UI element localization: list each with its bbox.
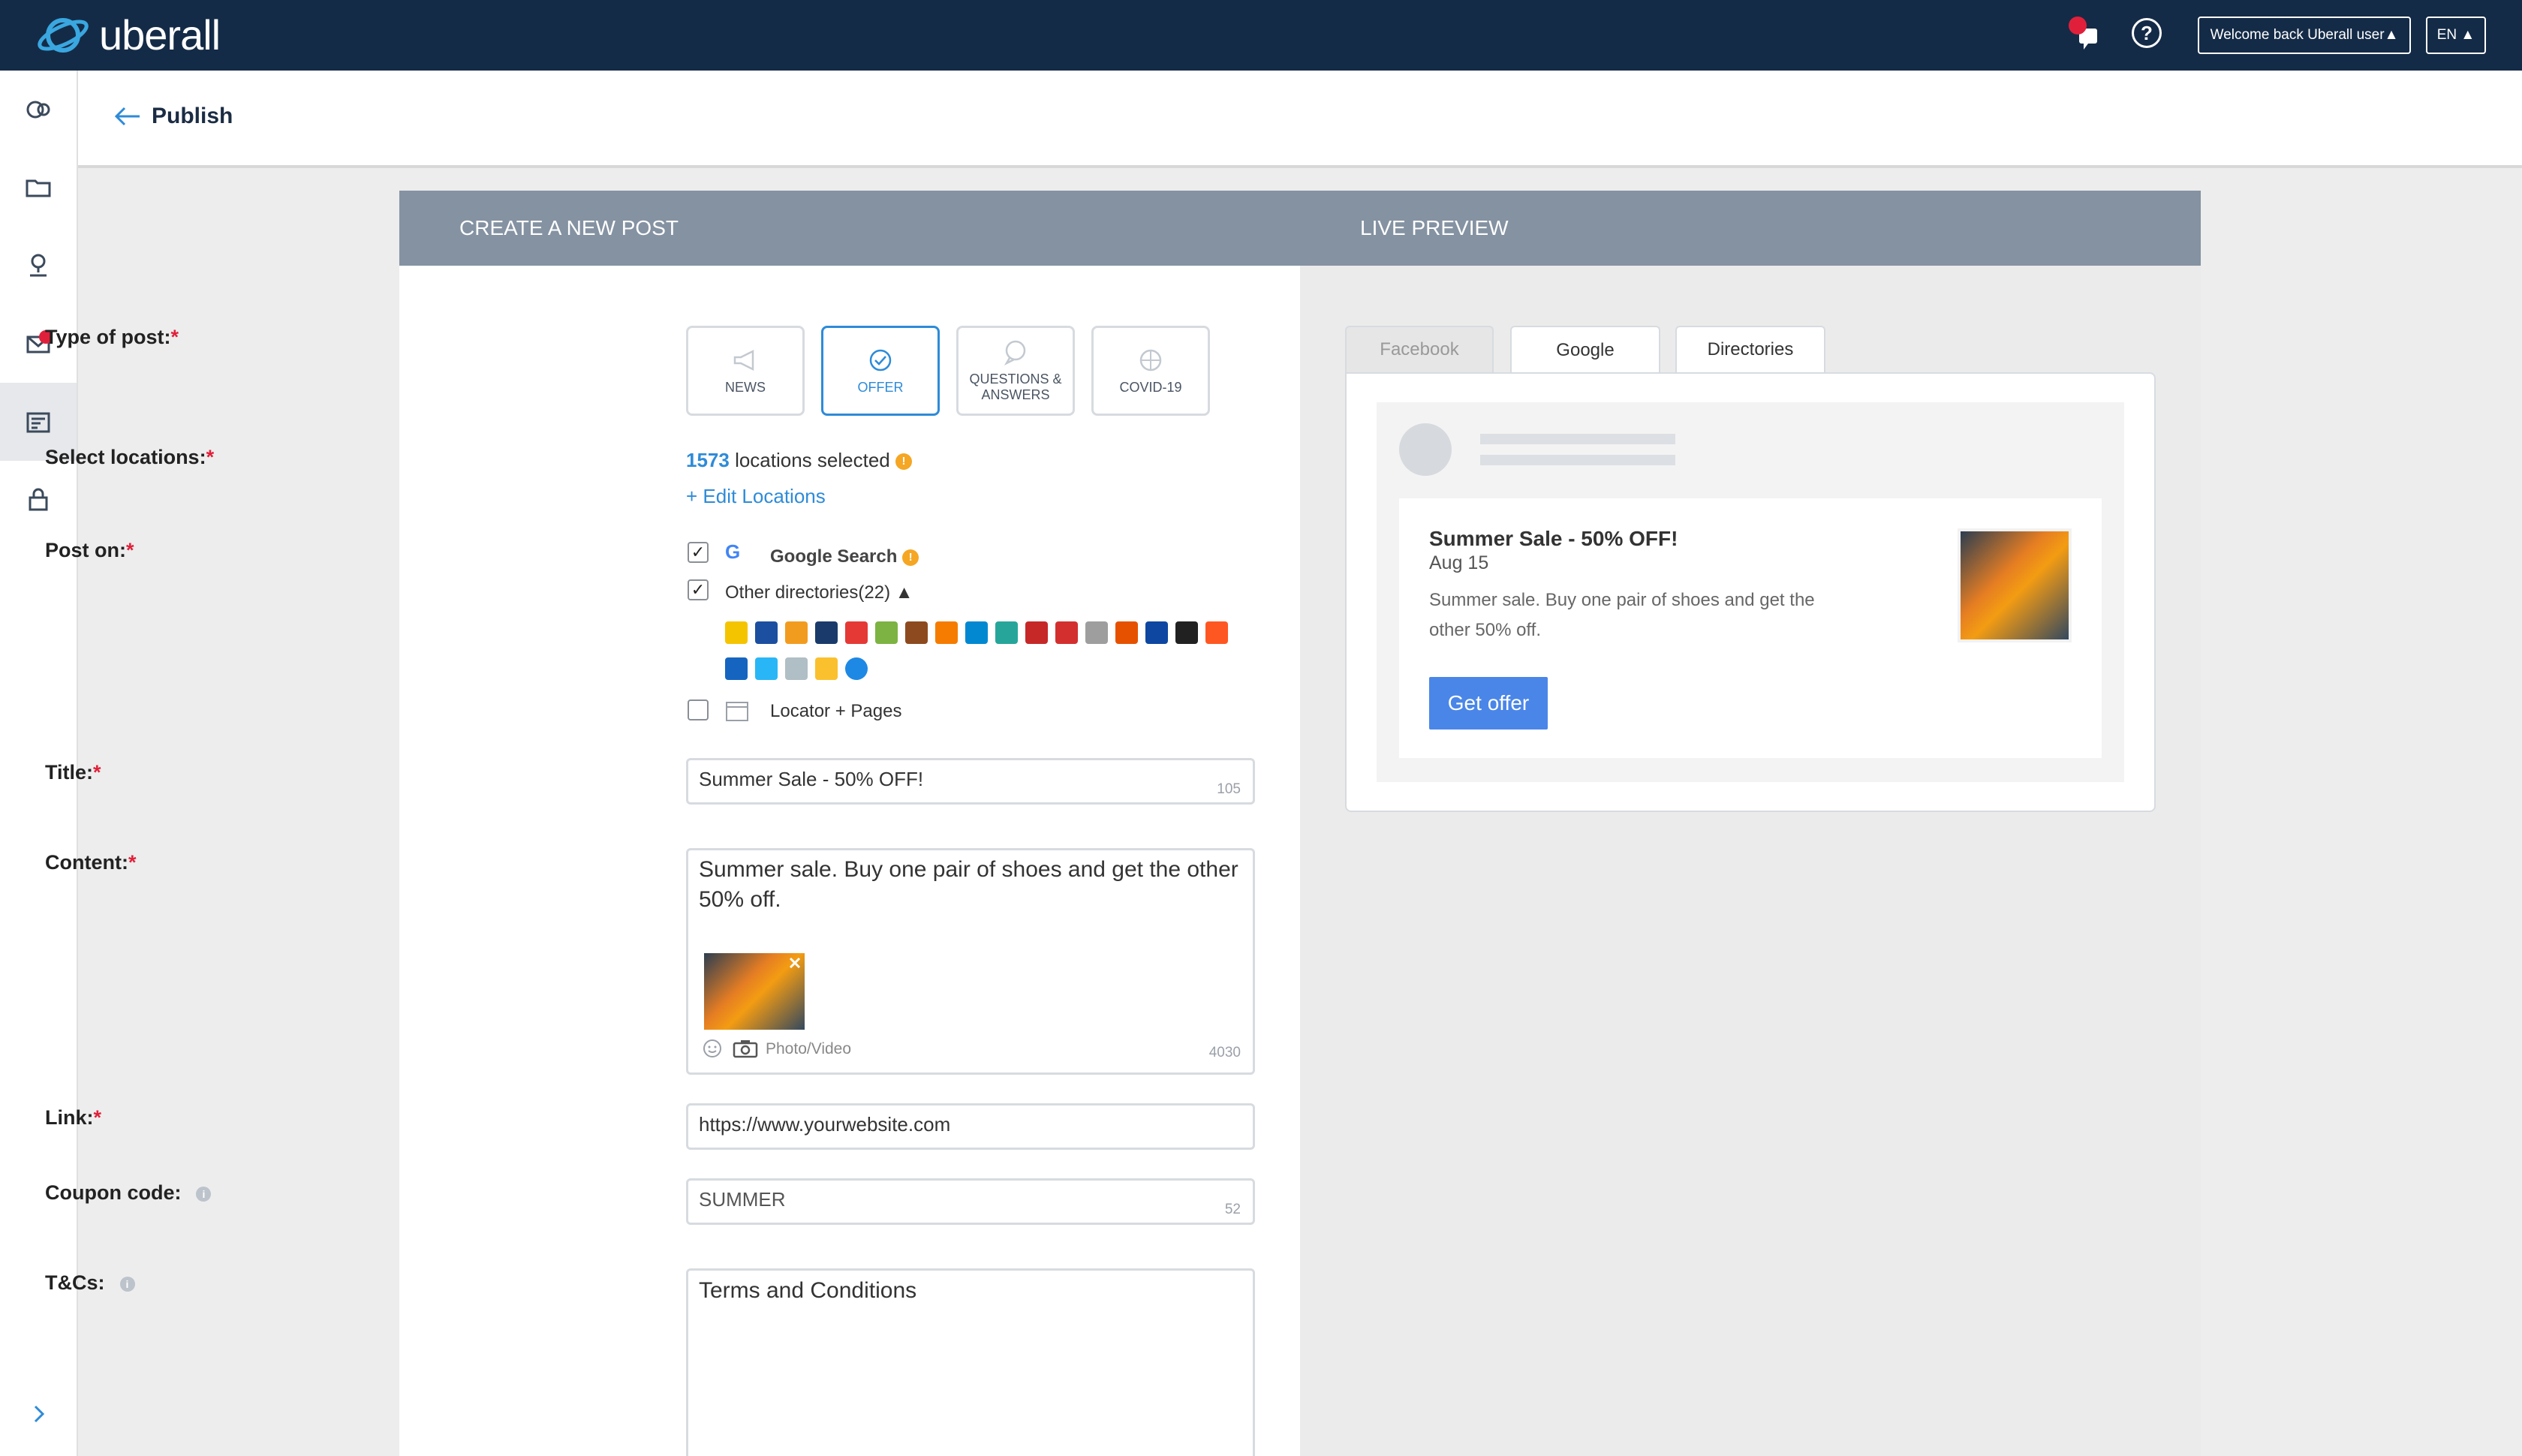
content-label: Content:* (45, 851, 137, 874)
tab-facebook[interactable]: Facebook (1345, 326, 1494, 372)
user-lock-icon (29, 488, 48, 511)
title-label: Title:* (45, 761, 101, 784)
create-post-heading: CREATE A NEW POST (459, 216, 679, 239)
sidebar-item-locations[interactable] (0, 227, 77, 305)
google-search-checkbox[interactable]: ✓ (688, 542, 709, 563)
directory-logo-icon (845, 621, 868, 644)
top-bar: uberall ? Welcome back Uberall user▲ EN … (0, 0, 2522, 71)
coupon-code-input[interactable]: SUMMER 52 (686, 1178, 1255, 1225)
directory-logo-icon (995, 621, 1018, 644)
directory-logo-icon (815, 657, 838, 680)
directory-logo-icon (935, 621, 958, 644)
brand-logo[interactable]: uberall (35, 11, 221, 60)
title-input[interactable]: Summer Sale - 50% OFF! 105 (686, 758, 1255, 805)
help-icon[interactable]: ? (2132, 18, 2162, 48)
page-header: Publish (78, 71, 2522, 168)
text-placeholder (1480, 434, 1675, 444)
folder-icon (26, 179, 51, 197)
locator-pages-checkbox[interactable] (688, 699, 709, 720)
directory-logo-icon (785, 657, 808, 680)
directory-logo-icon (1115, 621, 1138, 644)
info-icon[interactable]: i (196, 1186, 212, 1202)
text-placeholder (1480, 455, 1675, 465)
directory-logo-icon (785, 621, 808, 644)
directory-logo-icon (725, 621, 748, 644)
tab-google[interactable]: Google (1510, 326, 1660, 374)
planet-logo-icon (38, 18, 89, 53)
page-title: Publish (152, 104, 233, 128)
directory-logo-icon (1145, 621, 1168, 644)
directory-logo-icon (1025, 621, 1048, 644)
browser-icon (726, 702, 748, 721)
sidebar-item-folders[interactable] (0, 149, 77, 227)
directory-logo-icon (725, 657, 748, 680)
content-char-counter: 4030 (1208, 1045, 1241, 1060)
directory-logo-icon (905, 621, 928, 644)
photo-video-label[interactable]: Photo/Video (766, 1040, 851, 1058)
user-menu-button[interactable]: Welcome back Uberall user▲ (2198, 17, 2411, 54)
chevron-right-icon[interactable] (26, 1400, 53, 1427)
tcs-label: T&Cs: i (45, 1271, 135, 1295)
card-header: CREATE A NEW POST LIVE PREVIEW (399, 191, 2201, 266)
warning-icon: ! (895, 453, 912, 471)
other-directories-checkbox[interactable]: ✓ (688, 579, 709, 600)
megaphone-icon (733, 349, 754, 371)
directory-logo-icon (845, 657, 868, 680)
google-icon: G (725, 540, 741, 563)
post-type-questions-answers[interactable]: QUESTIONS & ANSWERS (956, 326, 1075, 416)
offer-preview-text: Summer sale. Buy one pair of shoes and g… (1429, 590, 1815, 640)
directory-logo-icon (1175, 621, 1198, 644)
brand-name: uberall (99, 11, 221, 59)
link-label: Link:* (45, 1106, 102, 1129)
get-offer-button[interactable]: Get offer (1429, 677, 1548, 730)
directory-logo-icon (1205, 621, 1228, 644)
directory-logo-icon (1055, 621, 1078, 644)
tab-directories[interactable]: Directories (1675, 326, 1825, 372)
coupon-char-counter: 52 (1224, 1202, 1241, 1217)
post-type-covid[interactable]: COVID-19 (1091, 326, 1210, 416)
directory-logo-icon (965, 621, 988, 644)
warning-icon: ! (902, 549, 919, 566)
dashboard-icon (26, 101, 50, 119)
check-badge-icon (869, 349, 892, 371)
notification-icon[interactable] (2066, 15, 2103, 53)
link-input[interactable]: https://www.yourwebsite.com (686, 1103, 1255, 1150)
locations-count[interactable]: 1573 (686, 449, 730, 471)
sidebar-item-users[interactable] (0, 461, 77, 539)
directory-logo-icon (755, 621, 778, 644)
offer-preview-image (1958, 528, 2072, 642)
live-preview-heading: LIVE PREVIEW (1360, 216, 1509, 239)
post-type-offer[interactable]: OFFER (821, 326, 940, 416)
question-bubble-icon (1004, 341, 1026, 366)
directory-logo-icon (815, 621, 838, 644)
directory-logo-icon (875, 621, 898, 644)
language-selector[interactable]: EN ▲ (2426, 17, 2486, 54)
info-icon[interactable]: i (119, 1276, 135, 1292)
back-arrow-icon[interactable] (113, 105, 143, 128)
sidebar-item-dashboard[interactable] (0, 71, 77, 149)
publish-icon (26, 412, 50, 433)
coupon-code-label: Coupon code: i (45, 1181, 212, 1205)
offer-preview-date: Aug 15 (1429, 552, 1489, 573)
other-directories-toggle[interactable]: Other directories(22) ▲ (725, 582, 913, 603)
post-type-news[interactable]: NEWS (686, 326, 805, 416)
locator-pages-label: Locator + Pages (770, 701, 902, 721)
offer-preview-title: Summer Sale - 50% OFF! (1429, 527, 1678, 550)
directory-logo-icon (755, 657, 778, 680)
type-of-post-label: Type of post:* (45, 326, 179, 348)
location-pin-icon (30, 254, 47, 277)
google-search-label: Google Search ! (770, 546, 919, 567)
title-char-counter: 105 (1217, 781, 1241, 797)
locations-summary: 1573 locations selected ! (686, 449, 912, 472)
post-on-label: Post on:* (45, 539, 134, 561)
emoji-icon[interactable] (703, 1039, 722, 1058)
select-locations-label: Select locations:* (45, 446, 215, 468)
camera-icon[interactable] (733, 1039, 758, 1058)
globe-icon (1139, 349, 1162, 371)
tcs-textarea[interactable]: Terms and Conditions (686, 1268, 1255, 1456)
directory-logo-icon (1085, 621, 1108, 644)
edit-locations-link[interactable]: + Edit Locations (686, 485, 826, 508)
close-icon[interactable] (787, 955, 803, 971)
avatar-placeholder (1399, 423, 1452, 476)
